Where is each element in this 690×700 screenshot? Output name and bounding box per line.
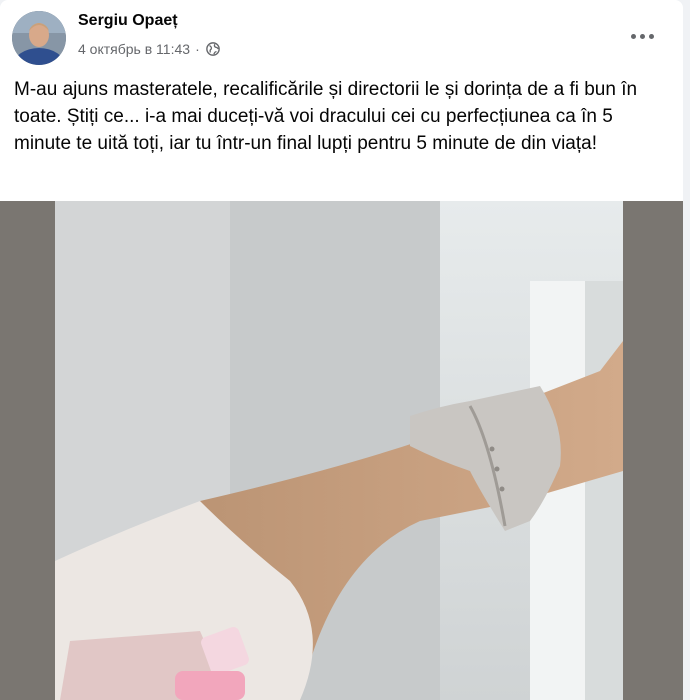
post-text: M-au ajuns masteratele, recalificările ș… [14, 79, 638, 154]
post-timestamp[interactable]: 4 октябрь в 11:43 [78, 41, 190, 57]
photo-image [0, 201, 683, 700]
author-name[interactable]: Sergiu Opaeț [78, 12, 178, 30]
globe-icon[interactable] [205, 42, 220, 56]
avatar-photo [12, 11, 66, 65]
post-header: Sergiu Opaeț 4 октябрь в 11:43 · [0, 0, 683, 70]
post-photo[interactable] [0, 201, 683, 700]
post-card: Sergiu Opaeț 4 октябрь в 11:43 · M-au aj… [0, 0, 683, 700]
meta-separator: · [195, 41, 200, 57]
post-meta: 4 октябрь в 11:43 · [78, 41, 220, 57]
more-options-icon[interactable] [622, 16, 662, 56]
author-avatar[interactable] [12, 11, 66, 65]
